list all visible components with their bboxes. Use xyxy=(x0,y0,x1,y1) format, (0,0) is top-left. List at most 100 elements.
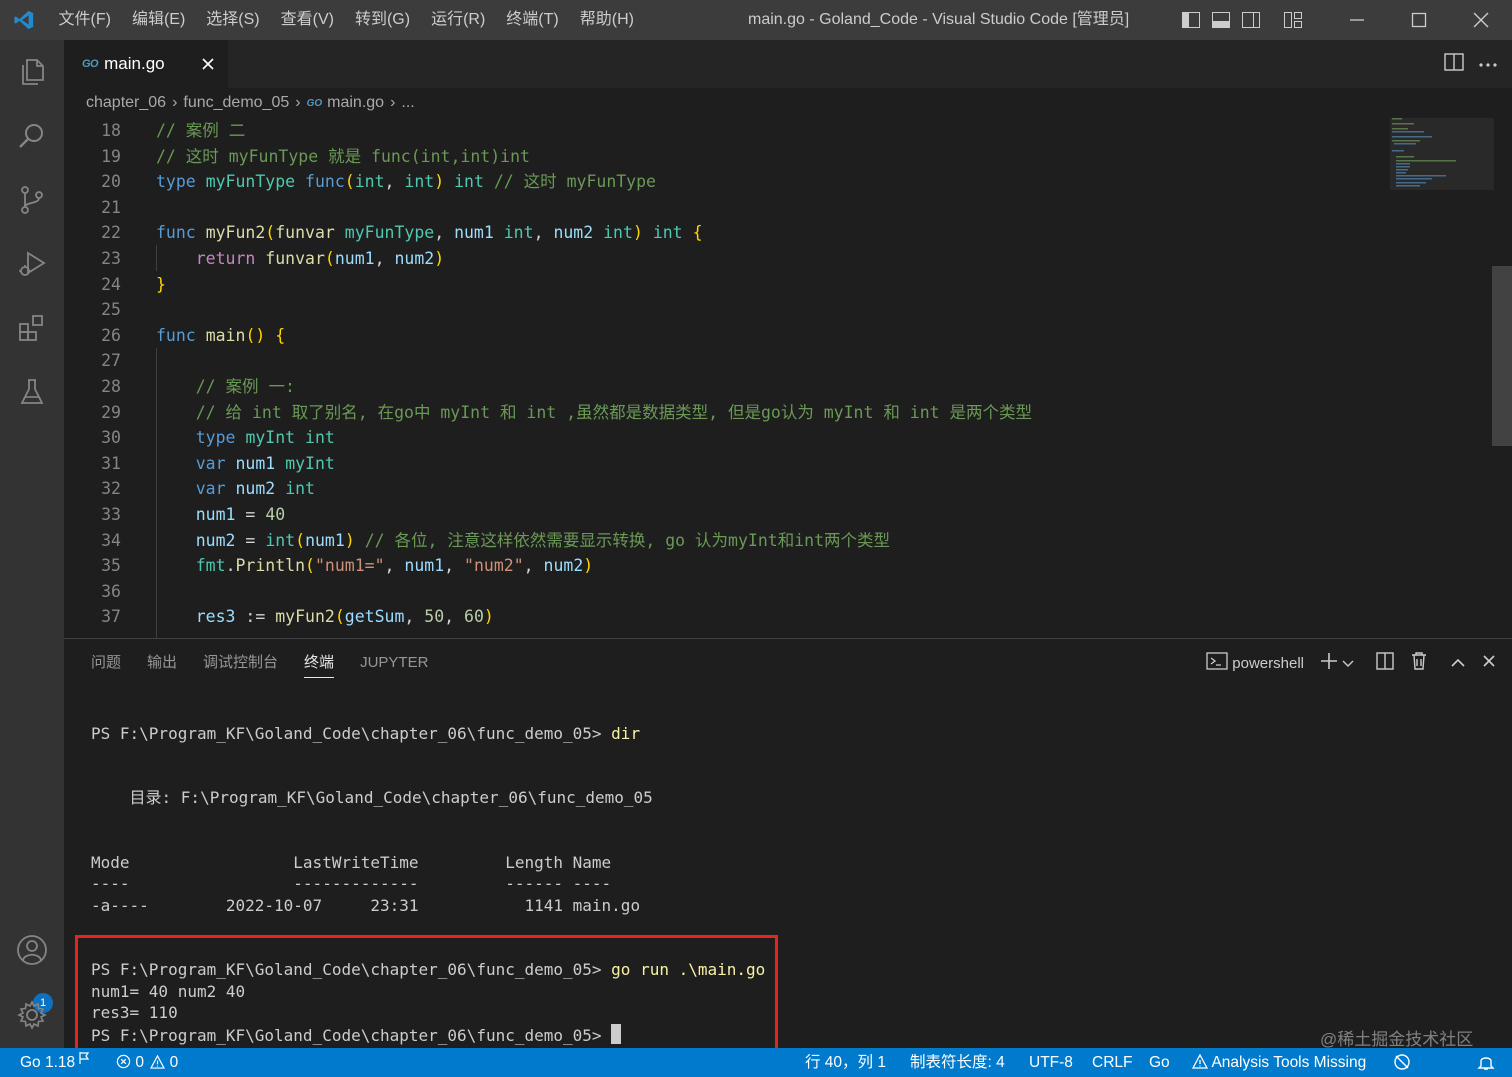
line-text: // 案例 一: xyxy=(156,377,295,396)
analysis-tools-label: Analysis Tools Missing xyxy=(1211,1054,1367,1071)
status-analysis-tools[interactable]: Analysis Tools Missing xyxy=(1191,1048,1367,1077)
code-line: 30 type myInt int xyxy=(64,425,1394,451)
status-eol[interactable]: CRLF xyxy=(1092,1048,1132,1077)
tab-main-go[interactable]: GO main.go xyxy=(64,40,228,88)
activity-bar: 1 xyxy=(0,40,64,1048)
breadcrumb-folder-func-demo[interactable]: func_demo_05 xyxy=(183,94,289,112)
bottom-panel: 问题 输出 调试控制台 终端 JUPYTER powershell PS F:\… xyxy=(64,638,1512,1069)
minimize-icon[interactable] xyxy=(1326,0,1388,40)
line-text: } xyxy=(156,274,166,294)
chevron-right-icon: › xyxy=(390,94,396,111)
status-encoding[interactable]: UTF-8 xyxy=(1029,1048,1073,1077)
terminal-line: -a---- 2022-10-07 23:31 1141 main.go xyxy=(91,896,641,915)
menu-edit[interactable]: 编辑(E) xyxy=(121,0,195,40)
line-text: type myInt int xyxy=(195,428,335,448)
notifications-bell-icon[interactable] xyxy=(1476,1052,1496,1077)
line-number: 31 xyxy=(101,453,121,473)
line-number: 24 xyxy=(101,274,121,294)
toggle-primary-sidebar-icon[interactable] xyxy=(1176,0,1206,40)
line-number: 30 xyxy=(101,428,121,448)
line-number: 37 xyxy=(101,607,121,627)
line-text: // 给 int 取了别名, 在go中 myInt 和 int ,虽然都是数据类… xyxy=(156,402,1033,422)
terminal-shell-label[interactable]: powershell xyxy=(1232,655,1304,672)
menu-run[interactable]: 运行(R) xyxy=(421,0,496,40)
line-number: 29 xyxy=(101,402,121,422)
split-terminal-icon[interactable] xyxy=(1376,652,1394,674)
error-count: 0 xyxy=(135,1054,144,1071)
status-go-version[interactable]: Go 1.18 xyxy=(20,1048,75,1077)
close-panel-icon[interactable] xyxy=(1482,654,1496,672)
more-actions-icon[interactable] xyxy=(1478,55,1498,73)
code-line: 36 xyxy=(64,579,1394,605)
menu-selection[interactable]: 选择(S) xyxy=(196,0,270,40)
maximize-panel-icon[interactable] xyxy=(1450,655,1466,672)
title-bar: 文件(F) 编辑(E) 选择(S) 查看(V) 转到(G) 运行(R) 终端(T… xyxy=(0,0,1512,40)
code-line: 21 xyxy=(64,195,1394,221)
terminal-line: PS F:\Program_KF\Goland_Code\chapter_06\… xyxy=(91,723,640,745)
breadcrumb-file[interactable]: main.go xyxy=(327,94,384,112)
minimap[interactable] xyxy=(1390,118,1494,190)
editor-scrollbar-thumb[interactable] xyxy=(1492,266,1512,446)
status-problems[interactable]: 0 0 xyxy=(116,1048,178,1077)
tab-jupyter[interactable]: JUPYTER xyxy=(360,639,428,687)
line-text: // 案例 二 xyxy=(156,121,246,140)
accounts-icon[interactable] xyxy=(0,918,64,982)
testing-flask-icon[interactable] xyxy=(0,360,64,424)
split-editor-icon[interactable] xyxy=(1444,52,1464,76)
status-cursor-position[interactable]: 行 40，列 1 xyxy=(805,1048,886,1077)
code-line: 35 fmt.Println("num1=", num1, "num2", nu… xyxy=(64,553,1394,579)
explorer-icon[interactable] xyxy=(0,40,64,104)
manage-gear-icon[interactable] xyxy=(0,983,64,1047)
toggle-secondary-sidebar-icon[interactable] xyxy=(1236,0,1266,40)
code-line: 26 func main() { xyxy=(64,323,1394,349)
code-line: 24} xyxy=(64,272,1394,298)
menu-view[interactable]: 查看(V) xyxy=(270,0,344,40)
line-number: 32 xyxy=(101,479,121,499)
search-icon[interactable] xyxy=(0,104,64,168)
customize-layout-icon[interactable] xyxy=(1278,0,1308,40)
source-control-icon[interactable] xyxy=(0,168,64,232)
trash-icon[interactable] xyxy=(1410,651,1428,675)
warning-icon xyxy=(1191,1053,1209,1069)
line-number: 35 xyxy=(101,556,121,576)
code-line: 32 var num2 int xyxy=(64,476,1394,502)
run-debug-icon[interactable] xyxy=(0,232,64,296)
line-number: 20 xyxy=(101,172,121,192)
code-line: 19 // 这时 myFunType 就是 func(int,int)int xyxy=(64,144,1394,170)
maximize-icon[interactable] xyxy=(1388,0,1450,40)
status-bar: Go 1.18 0 0 行 40，列 1 制表符长度: 4 UTF-8 CRLF… xyxy=(0,1048,1512,1077)
terminal-shell-icon xyxy=(1206,652,1228,674)
menu-terminal[interactable]: 终端(T) xyxy=(496,0,569,40)
chevron-right-icon: › xyxy=(172,94,178,111)
menu-help[interactable]: 帮助(H) xyxy=(569,0,644,40)
code-line: 22 func myFun2(funvar myFunType, num1 int… xyxy=(64,220,1394,246)
tab-debug-console[interactable]: 调试控制台 xyxy=(203,639,278,687)
breadcrumb-symbol[interactable]: ... xyxy=(401,94,414,112)
live-share-icon[interactable] xyxy=(1392,1052,1412,1077)
line-text: num1 = 40 xyxy=(195,505,286,524)
toggle-panel-icon[interactable] xyxy=(1206,0,1236,40)
breadcrumb-folder-chapter[interactable]: chapter_06 xyxy=(86,94,166,112)
status-language[interactable]: Go xyxy=(1149,1048,1170,1077)
menu-go[interactable]: 转到(G) xyxy=(344,0,420,40)
line-text: var num1 myInt xyxy=(195,453,335,473)
line-number: 19 xyxy=(101,146,121,166)
warning-count: 0 xyxy=(169,1054,179,1071)
chevron-down-icon[interactable] xyxy=(1342,655,1354,672)
close-tab-icon[interactable] xyxy=(196,52,220,76)
new-terminal-icon[interactable] xyxy=(1320,652,1338,674)
panel-tabs: 问题 输出 调试控制台 终端 JUPYTER xyxy=(78,639,441,687)
tab-terminal[interactable]: 终端 xyxy=(304,639,335,687)
extensions-icon[interactable] xyxy=(0,296,64,360)
code-editor[interactable]: 18 // 案例 二 19 // 这时 myFunType 就是 func(int,… xyxy=(64,118,1512,638)
code-line: 29 // 给 int 取了别名, 在go中 myInt 和 int ,虽然都是… xyxy=(64,400,1394,426)
close-window-icon[interactable] xyxy=(1450,0,1512,40)
status-tab-size[interactable]: 制表符长度: 4 xyxy=(910,1048,1005,1077)
terminal-line: Mode LastWriteTime Length Name xyxy=(91,853,612,872)
tab-problems[interactable]: 问题 xyxy=(91,639,121,687)
code-line: 23 return funvar(num1, num2) xyxy=(64,246,1394,272)
menu-file[interactable]: 文件(F) xyxy=(48,0,121,40)
tab-output[interactable]: 输出 xyxy=(147,639,177,687)
line-text: // 这时 myFunType 就是 func(int,int)int xyxy=(156,146,530,166)
editor-tab-bar: GO main.go xyxy=(64,40,1512,88)
